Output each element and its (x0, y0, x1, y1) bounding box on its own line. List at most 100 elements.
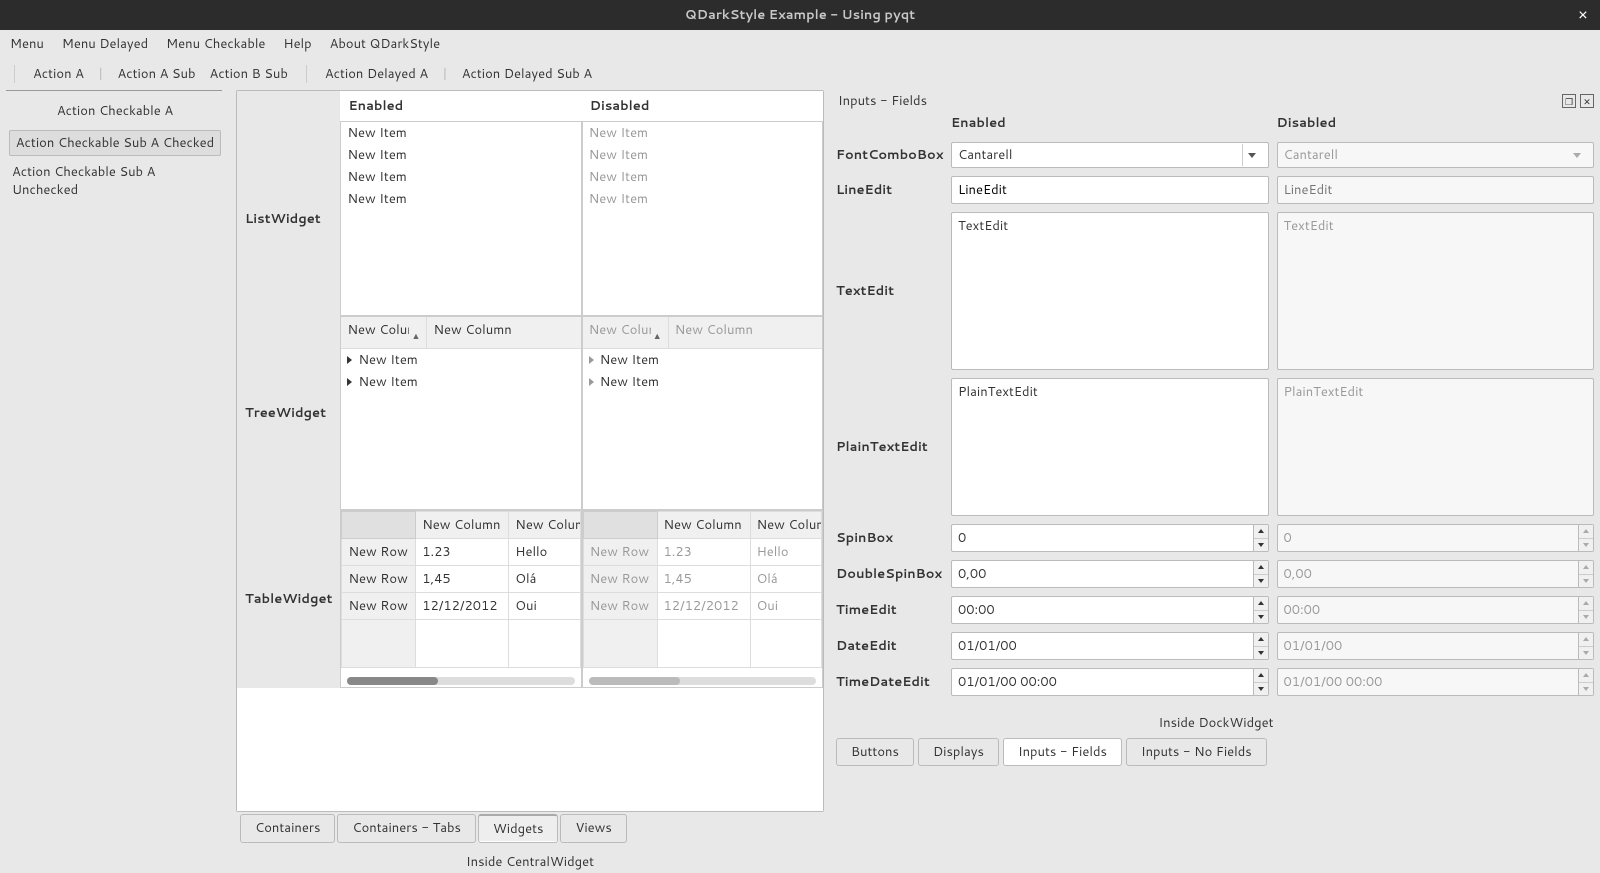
double-spin-box-enabled[interactable]: 0,00 (951, 560, 1269, 588)
menu-item-help[interactable]: Help (283, 35, 311, 53)
menu-item-menu[interactable]: Menu (10, 35, 44, 53)
dock-footer-label: Inside DockWidget (836, 706, 1596, 736)
table-row: New Row1,45Olá (583, 566, 821, 593)
close-icon[interactable]: × (1578, 7, 1588, 23)
date-edit-disabled: 01/01/00 (1277, 632, 1595, 660)
menu-item-about[interactable]: About QDarkStyle (330, 35, 441, 53)
tab-inputs-no-fields[interactable]: Inputs - No Fields (1126, 738, 1267, 766)
triangle-down-icon (1583, 615, 1589, 619)
side-toolbar: Action Checkable A Action Checkable Sub … (0, 90, 230, 873)
table-corner[interactable] (342, 512, 416, 539)
list-item[interactable]: New Item (341, 122, 580, 144)
triangle-up-icon (1258, 529, 1264, 533)
table-row-header[interactable]: New Row (342, 539, 416, 566)
row-label-tablewidget: TableWidget (237, 510, 340, 688)
tree-column-header[interactable]: New Column (427, 317, 580, 348)
time-edit-enabled[interactable]: 00:00 (951, 596, 1269, 624)
line-edit-disabled (1277, 176, 1595, 204)
tab-buttons[interactable]: Buttons (836, 738, 914, 766)
tab-containers[interactable]: Containers (240, 814, 335, 843)
toolbar-action-a-sub[interactable]: Action A Sub (118, 65, 196, 83)
field-label-textedit: TextEdit (836, 282, 943, 300)
spin-box-enabled[interactable]: 0 (951, 524, 1269, 552)
table-cell[interactable]: Olá (509, 566, 580, 593)
spin-down-button[interactable] (1254, 610, 1268, 624)
tree-item: New Item (583, 349, 822, 371)
horizontal-scrollbar[interactable] (347, 677, 574, 685)
table-column-header[interactable]: New Column (416, 512, 509, 539)
scrollbar-thumb[interactable] (347, 677, 438, 685)
spin-up-button[interactable] (1254, 525, 1268, 538)
list-item[interactable]: New Item (341, 188, 580, 210)
spin-up-button[interactable] (1254, 597, 1268, 610)
table-corner (583, 512, 657, 539)
text-edit-disabled: TextEdit (1277, 212, 1595, 370)
tab-widgets[interactable]: Widgets (478, 814, 558, 843)
table-cell[interactable]: 1.23 (416, 539, 509, 566)
time-edit-disabled: 00:00 (1277, 596, 1595, 624)
table-cell[interactable]: Hello (509, 539, 580, 566)
list-item[interactable]: New Item (341, 144, 580, 166)
table-widget-enabled[interactable]: New Column New Column New Row1.23Hello N… (340, 510, 581, 688)
list-item[interactable]: New Item (341, 166, 580, 188)
spin-down-button[interactable] (1254, 682, 1268, 696)
line-edit-enabled[interactable] (951, 176, 1269, 204)
tree-item[interactable]: New Item (341, 371, 580, 393)
tree-column-header[interactable]: New Column▲ (341, 317, 427, 348)
dock-float-icon[interactable]: ❐ (1562, 94, 1576, 108)
tab-inputs-fields[interactable]: Inputs - Fields (1003, 738, 1122, 766)
tab-displays[interactable]: Displays (918, 738, 999, 766)
plain-text-edit-enabled[interactable]: PlainTextEdit (951, 378, 1269, 516)
table-cell[interactable]: 1,45 (416, 566, 509, 593)
tree-widget-enabled[interactable]: New Column▲ New Column New Item New Item (340, 316, 581, 510)
action-checkable-sub-checked[interactable]: Action Checkable Sub A Checked (9, 130, 221, 156)
triangle-down-icon (1258, 651, 1264, 655)
spin-up-button[interactable] (1254, 561, 1268, 574)
toolbar-action-delayed-sub-a[interactable]: Action Delayed Sub A (462, 65, 592, 83)
menu-item-menu-delayed[interactable]: Menu Delayed (62, 35, 148, 53)
tab-views[interactable]: Views (560, 814, 626, 843)
tree-column-header: New Column▲ (583, 317, 669, 348)
table-column-header[interactable]: New Column (509, 512, 580, 539)
text-edit-enabled[interactable]: TextEdit (951, 212, 1269, 370)
table-row-header: New Row (583, 566, 657, 593)
triangle-up-icon (1258, 673, 1264, 677)
column-header-enabled: Enabled (340, 91, 581, 121)
triangle-up-icon (1583, 673, 1589, 677)
toolbar-action-a[interactable]: Action A (33, 65, 84, 83)
tree-item[interactable]: New Item (341, 349, 580, 371)
action-checkable-sub-unchecked[interactable]: Action Checkable Sub A Unchecked (6, 160, 224, 202)
triangle-down-icon (1583, 543, 1589, 547)
toolbar-action-b-sub[interactable]: Action B Sub (210, 65, 288, 83)
table-row-header[interactable]: New Row (342, 566, 416, 593)
toolbar-sep-icon: | (442, 65, 448, 83)
spin-down-button[interactable] (1254, 646, 1268, 660)
spin-up-button[interactable] (1254, 669, 1268, 682)
dock-close-icon[interactable]: ✕ (1580, 94, 1594, 108)
triangle-down-icon (1258, 615, 1264, 619)
dropdown-button[interactable] (1242, 144, 1262, 166)
table-cell[interactable]: 12/12/2012 (416, 593, 509, 620)
tool-bar: Action A | Action A Sub Action B Sub Act… (0, 58, 1600, 90)
font-combo-enabled[interactable]: Cantarell (951, 142, 1269, 168)
list-item: New Item (583, 188, 822, 210)
tab-containers-tabs[interactable]: Containers - Tabs (337, 814, 476, 843)
table-widget-disabled: New Column New Column New Row1.23Hello N… (582, 510, 823, 688)
menu-item-menu-checkable[interactable]: Menu Checkable (166, 35, 265, 53)
side-toolbar-heading[interactable]: Action Checkable A (6, 102, 224, 120)
table-cell[interactable]: Oui (509, 593, 580, 620)
horizontal-scrollbar (589, 677, 816, 685)
date-edit-enabled[interactable]: 01/01/00 (951, 632, 1269, 660)
central-widget: Enabled Disabled ListWidget New Item New… (230, 90, 830, 873)
table-row-header[interactable]: New Row (342, 593, 416, 620)
datetime-edit-enabled[interactable]: 01/01/00 00:00 (951, 668, 1269, 696)
spin-down-button[interactable] (1254, 574, 1268, 588)
list-widget-enabled[interactable]: New Item New Item New Item New Item (340, 121, 581, 316)
table-column-header: New Column (657, 512, 750, 539)
spin-up-button[interactable] (1254, 633, 1268, 646)
toolbar-action-delayed-a[interactable]: Action Delayed A (325, 65, 428, 83)
window-title: QDarkStyle Example - Using pyqt (685, 6, 915, 24)
spin-down-button[interactable] (1254, 538, 1268, 552)
triangle-down-icon (1258, 687, 1264, 691)
caret-right-icon (589, 356, 594, 364)
